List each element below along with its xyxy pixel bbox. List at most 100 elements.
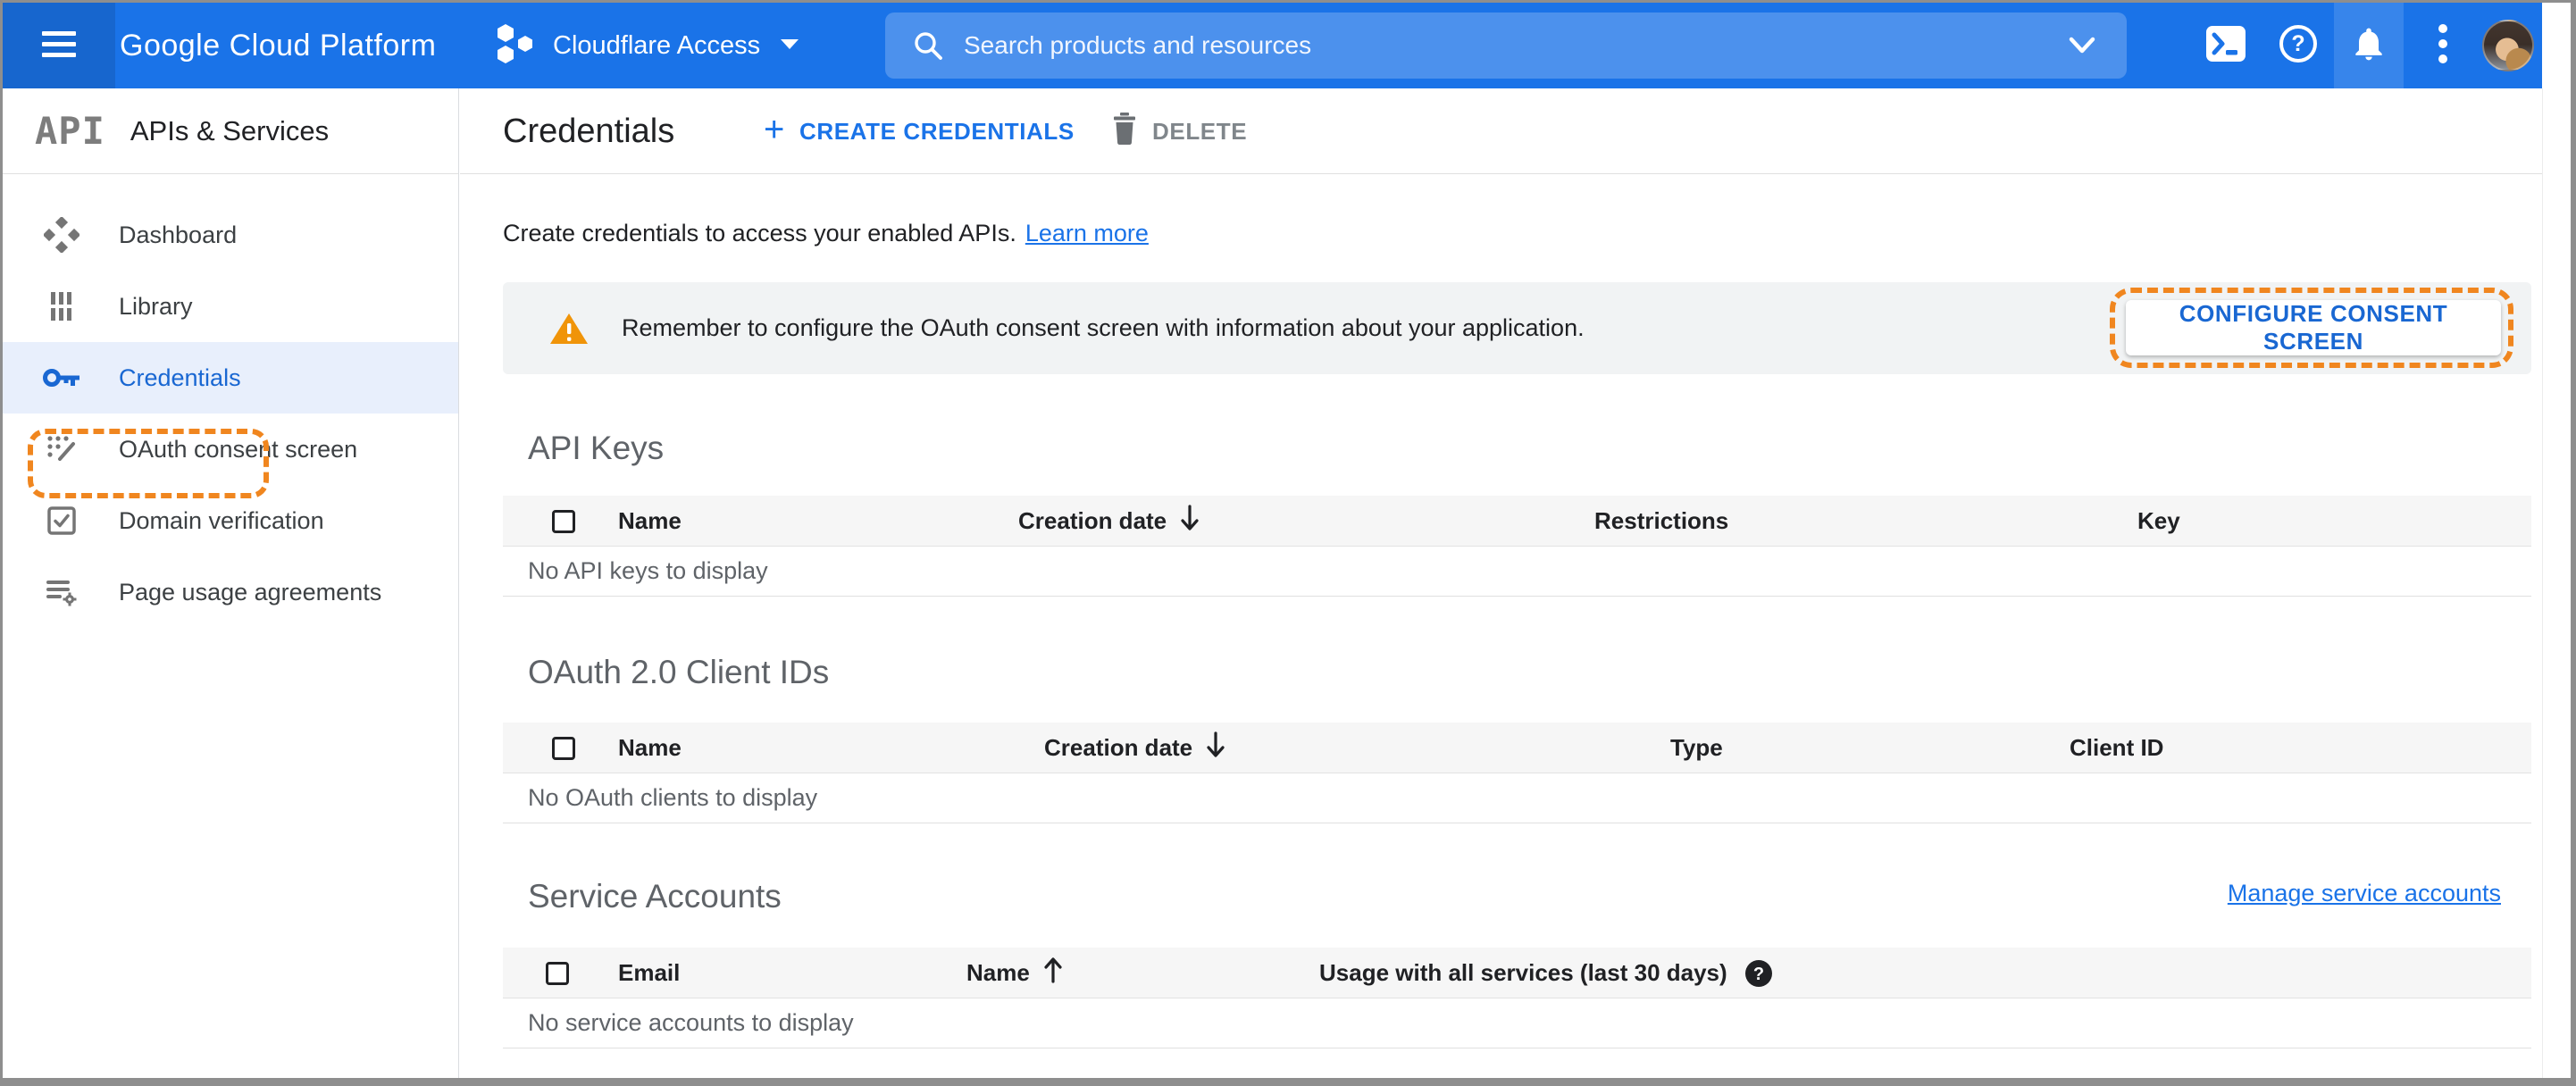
- column-creation-date-label: Creation date: [1018, 507, 1167, 534]
- service-accounts-table: Email Name Usage with all services (last…: [503, 948, 2531, 1048]
- more-vertical-icon: [2437, 21, 2449, 71]
- column-name: Name: [618, 507, 682, 534]
- column-type: Type: [1670, 734, 1723, 761]
- sidebar-header: API APIs & Services: [3, 88, 458, 174]
- sidebar-item-library[interactable]: Library: [3, 271, 458, 342]
- gcp-logo[interactable]: Google Cloud Platform: [120, 3, 436, 88]
- select-all-checkbox[interactable]: [546, 948, 569, 998]
- more-options-button[interactable]: [2408, 3, 2478, 88]
- column-usage-label: Usage with all services (last 30 days): [1319, 959, 1727, 986]
- service-accounts-title: Service Accounts: [528, 878, 782, 915]
- intro-sentence: Create credentials to access your enable…: [503, 219, 1016, 246]
- column-usage: Usage with all services (last 30 days) ?: [1319, 948, 1774, 998]
- checkbox-icon: [546, 961, 569, 985]
- svg-text:?: ?: [2291, 31, 2304, 56]
- gcp-console-window: Google Cloud Platform Cloudflare Access: [0, 0, 2576, 1086]
- domain-verification-icon: [42, 503, 81, 539]
- learn-more-link[interactable]: Learn more: [1025, 220, 1149, 247]
- search-bar: [885, 13, 2127, 79]
- column-client-id: Client ID: [2070, 734, 2164, 761]
- app-frame: Google Cloud Platform Cloudflare Access: [3, 3, 2542, 1078]
- sidebar-item-label: Domain verification: [119, 506, 324, 534]
- project-name: Cloudflare Access: [553, 30, 761, 60]
- consent-warning-banner: Remember to configure the OAuth consent …: [503, 282, 2531, 374]
- oauth-consent-icon: [42, 431, 81, 467]
- help-filled-icon[interactable]: ?: [1744, 958, 1774, 989]
- api-keys-table: Name Creation date Restrictions Key No A…: [503, 496, 2531, 597]
- sidebar-item-oauth-consent-screen[interactable]: OAuth consent screen: [3, 414, 458, 485]
- scrollbar-gutter: [2542, 88, 2571, 1078]
- column-name[interactable]: Name: [966, 948, 1066, 998]
- account-avatar[interactable]: [2482, 20, 2534, 71]
- project-caret-icon: [776, 34, 803, 58]
- api-logo: API: [35, 109, 105, 153]
- top-navigation-bar: Google Cloud Platform Cloudflare Access: [3, 3, 2542, 88]
- help-button[interactable]: ?: [2263, 3, 2333, 88]
- api-keys-empty-row: No API keys to display: [503, 547, 2531, 597]
- cloud-shell-icon: [2204, 24, 2247, 68]
- delete-icon: [1111, 112, 1138, 151]
- checkbox-icon: [552, 736, 575, 760]
- column-creation-date[interactable]: Creation date: [1018, 496, 1202, 547]
- page-header: Credentials + CREATE CREDENTIALS DELETE: [460, 88, 2542, 174]
- delete-label: DELETE: [1152, 117, 1248, 145]
- library-icon: [42, 288, 81, 324]
- oauth-clients-table: Name Creation date Type Client ID No OAu…: [503, 723, 2531, 823]
- sidebar-nav: Dashboard Library Credentials OAuth cons…: [3, 174, 458, 628]
- warning-icon: [549, 312, 589, 350]
- column-name-label: Name: [966, 959, 1030, 986]
- svg-text:?: ?: [1753, 965, 1764, 984]
- help-icon: ?: [2278, 23, 2319, 69]
- oauth-clients-empty-row: No OAuth clients to display: [503, 773, 2531, 823]
- menu-button[interactable]: [3, 3, 115, 88]
- sidebar-item-label: Dashboard: [119, 221, 238, 248]
- notifications-bell-icon: [2349, 22, 2388, 70]
- delete-button[interactable]: DELETE: [1111, 88, 1247, 174]
- select-all-checkbox[interactable]: [552, 723, 575, 773]
- create-credentials-button[interactable]: + CREATE CREDENTIALS: [764, 88, 1075, 174]
- main-content: Credentials + CREATE CREDENTIALS DELETE …: [460, 88, 2542, 1078]
- dashboard-icon: [42, 217, 81, 253]
- column-restrictions: Restrictions: [1594, 507, 1729, 534]
- column-creation-date[interactable]: Creation date: [1044, 723, 1228, 773]
- sidebar-title: APIs & Services: [130, 114, 330, 146]
- oauth-clients-table-header: Name Creation date Type Client ID: [503, 723, 2531, 773]
- sidebar-item-dashboard[interactable]: Dashboard: [3, 199, 458, 271]
- sort-down-icon: [1203, 731, 1228, 765]
- plus-icon: +: [764, 110, 785, 149]
- oauth-clients-title: OAuth 2.0 Client IDs: [528, 654, 830, 690]
- banner-message: Remember to configure the OAuth consent …: [622, 314, 1585, 341]
- api-keys-title: API Keys: [528, 430, 665, 466]
- column-key: Key: [2137, 507, 2180, 534]
- cloud-shell-button[interactable]: [2191, 3, 2261, 88]
- configure-consent-screen-button[interactable]: CONFIGURE CONSENT SCREEN: [2126, 300, 2501, 355]
- column-name: Name: [618, 734, 682, 761]
- menu-icon: [40, 29, 78, 63]
- notifications-button[interactable]: [2334, 3, 2404, 88]
- project-hexagons-icon: [496, 21, 537, 71]
- sidebar-item-domain-verification[interactable]: Domain verification: [3, 485, 458, 556]
- column-creation-date-label: Creation date: [1044, 734, 1193, 761]
- sort-down-icon: [1177, 504, 1202, 539]
- create-credentials-label: CREATE CREDENTIALS: [799, 117, 1075, 145]
- manage-service-accounts-link[interactable]: Manage service accounts: [2228, 880, 2501, 907]
- service-accounts-empty-row: No service accounts to display: [503, 998, 2531, 1048]
- project-selector[interactable]: Cloudflare Access: [496, 3, 803, 88]
- sidebar-item-label: Page usage agreements: [119, 578, 382, 606]
- column-email: Email: [618, 959, 681, 986]
- select-all-checkbox[interactable]: [552, 496, 575, 547]
- sidebar-item-label: Library: [119, 292, 193, 320]
- sidebar-item-page-usage-agreements[interactable]: Page usage agreements: [3, 556, 458, 628]
- sidebar-item-label: OAuth consent screen: [119, 435, 358, 463]
- key-icon: [42, 363, 81, 392]
- api-keys-table-header: Name Creation date Restrictions Key: [503, 496, 2531, 547]
- page-usage-icon: [42, 574, 81, 610]
- search-icon: [910, 28, 946, 63]
- search-input[interactable]: [964, 31, 2062, 60]
- sidebar: API APIs & Services Dashboard Library Cr…: [3, 88, 459, 1078]
- sidebar-item-label: Credentials: [119, 363, 241, 391]
- search-dropdown-chevron-icon[interactable]: [2062, 32, 2102, 59]
- sidebar-item-credentials[interactable]: Credentials: [3, 342, 458, 414]
- page-title: Credentials: [503, 112, 675, 150]
- intro-text: Create credentials to access your enable…: [503, 213, 1149, 253]
